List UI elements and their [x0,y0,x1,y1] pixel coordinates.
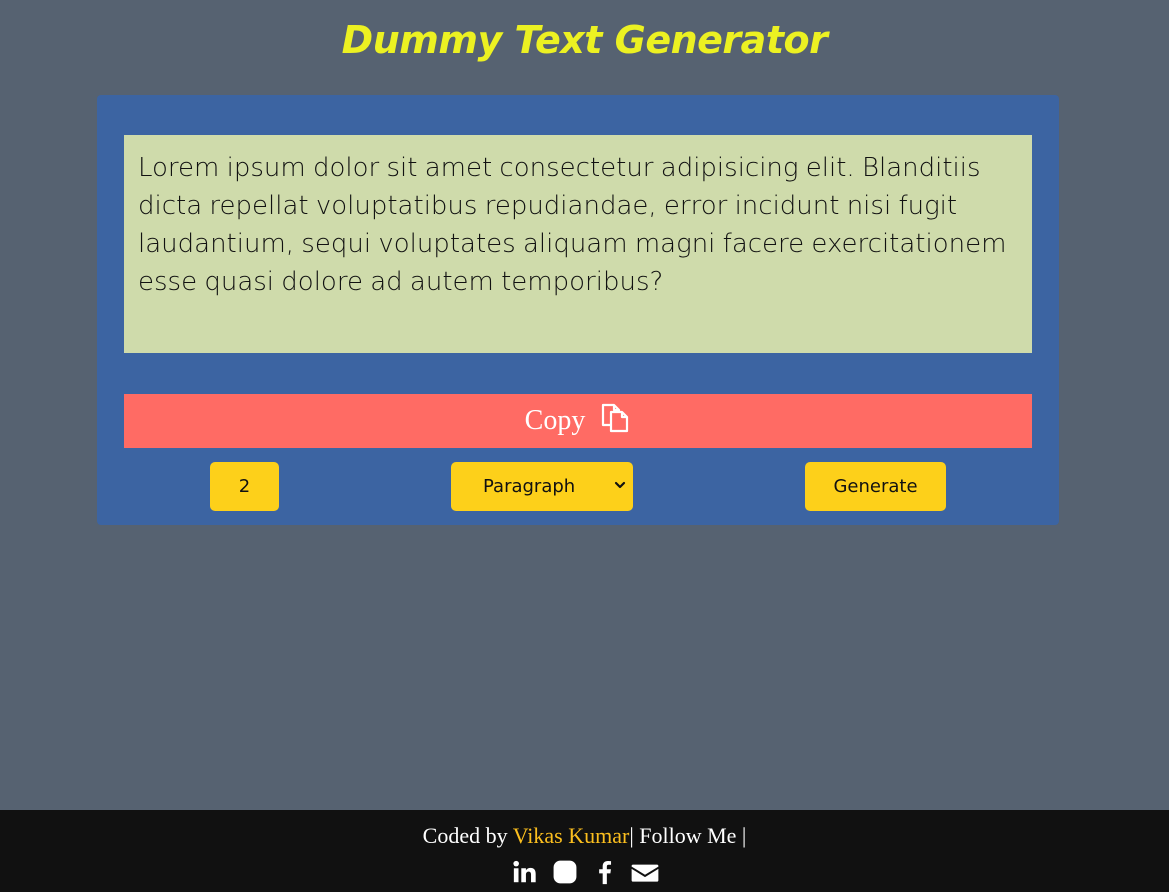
generated-text-output[interactable]: Lorem ipsum dolor sit amet consectetur a… [124,135,1032,353]
page-title: Dummy Text Generator [341,18,828,62]
social-links [0,858,1169,886]
copy-button-label: Copy [524,405,586,436]
chevron-down-icon [614,481,626,489]
copy-button[interactable]: Copy [124,394,1032,448]
email-icon[interactable] [631,858,659,886]
coded-by-text: Coded by [422,823,513,848]
footer-credits: Coded by Vikas Kumar| Follow Me | [0,823,1169,849]
follow-me-text: | Follow Me | [629,823,747,848]
generate-button[interactable]: Generate [805,462,946,511]
author-link[interactable]: Vikas Kumar [513,823,630,848]
facebook-icon[interactable] [591,858,619,886]
instagram-icon[interactable] [551,858,579,886]
type-select-value: Paragraph [483,476,576,497]
linkedin-icon[interactable] [511,858,539,886]
type-select[interactable]: Paragraph [451,462,633,511]
count-input[interactable] [210,462,279,511]
footer: Coded by Vikas Kumar| Follow Me | [0,810,1169,892]
copy-icon [599,401,631,441]
generator-card: Lorem ipsum dolor sit amet consectetur a… [97,95,1059,525]
controls-row: Paragraph Generate [97,462,1059,511]
